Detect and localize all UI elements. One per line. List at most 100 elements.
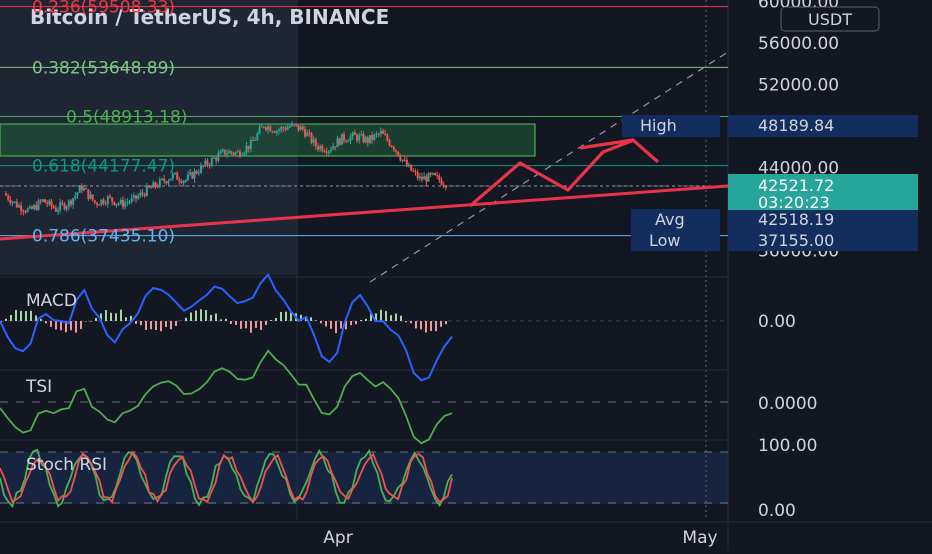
tsi-label[interactable]: TSI <box>25 377 52 397</box>
candle-body <box>430 173 432 175</box>
candle-body <box>235 152 237 154</box>
macd-histogram-bar <box>395 313 397 321</box>
candle-body <box>246 146 248 153</box>
candle-body <box>120 200 122 203</box>
candle-body <box>133 195 135 198</box>
macd-histogram-bar <box>315 320 317 321</box>
candle-body <box>20 205 22 211</box>
candle-body <box>92 194 94 200</box>
macd-histogram-bar <box>20 311 22 321</box>
candle-body <box>187 175 189 180</box>
macd-histogram-bar <box>195 311 197 321</box>
candle-body <box>124 202 126 206</box>
candle-body <box>423 176 425 179</box>
candle-body <box>432 173 434 175</box>
candle-body <box>118 204 120 205</box>
macd-histogram-bar <box>440 321 442 327</box>
candle-body <box>237 151 239 152</box>
candle-body <box>373 134 375 139</box>
macd-histogram-bar <box>385 311 387 321</box>
macd-histogram-bar <box>75 321 77 333</box>
candle-body <box>412 171 414 172</box>
candle-body <box>391 146 393 147</box>
macd-histogram-bar <box>50 321 52 327</box>
candle-body <box>22 211 24 212</box>
macd-histogram-bar <box>210 315 212 321</box>
candle-body <box>18 205 20 207</box>
stoch-rsi-label[interactable]: Stoch RSI <box>26 455 107 475</box>
macd-histogram-bar <box>400 316 402 321</box>
candle-body <box>354 133 356 135</box>
macd-histogram-bar <box>270 320 272 321</box>
macd-histogram-bar <box>425 321 427 332</box>
candle-body <box>278 130 280 131</box>
candle-body <box>352 133 354 137</box>
candle-body <box>129 202 131 203</box>
macd-histogram-bar <box>205 310 207 321</box>
macd-histogram-bar <box>275 318 277 321</box>
candle-body <box>35 205 37 210</box>
macd-histogram-bar <box>230 321 232 324</box>
macd-histogram-bar <box>5 319 7 321</box>
macd-histogram-bar <box>155 321 157 330</box>
candle-body <box>144 194 146 196</box>
candle-body <box>66 206 68 209</box>
macd-histogram-bar <box>70 321 72 330</box>
candle-body <box>27 208 29 211</box>
candlestick-chart[interactable]: Bitcoin / TetherUS, 4h, BINANCE 0.236(59… <box>0 0 932 550</box>
macd-histogram-bar <box>380 310 382 321</box>
candle-body <box>185 180 187 181</box>
candle-body <box>9 200 11 203</box>
macd-histogram-bar <box>150 321 152 329</box>
macd-histogram-bar <box>165 321 167 327</box>
candle-body <box>304 129 306 136</box>
candle-body <box>170 179 172 181</box>
candle-body <box>189 172 191 174</box>
macd-label[interactable]: MACD <box>26 291 77 311</box>
candle-body <box>389 140 391 145</box>
candle-body <box>5 193 7 195</box>
candle-body <box>350 136 352 141</box>
candle-body <box>25 212 27 213</box>
candle-body <box>81 186 83 190</box>
candle-body <box>161 179 163 180</box>
tsi-axis-label: 0.0000 <box>758 394 817 414</box>
fib-label: 0.618(44177.47) <box>32 157 175 177</box>
candle-body <box>326 152 328 153</box>
candle-body <box>438 176 440 181</box>
candle-body <box>321 146 323 151</box>
candle-body <box>105 204 107 205</box>
low-value: 37155.00 <box>758 231 834 250</box>
candle-body <box>228 151 230 153</box>
macd-histogram-bar <box>240 321 242 329</box>
candle-body <box>168 181 170 184</box>
candle-body <box>83 188 85 190</box>
candle-body <box>220 151 222 153</box>
stoch-axis-top: 100.00 <box>758 436 817 456</box>
candle-body <box>256 134 258 140</box>
candle-body <box>16 201 18 207</box>
candle-body <box>386 135 388 140</box>
candle-body <box>243 153 245 155</box>
candle-body <box>55 208 57 211</box>
candle-body <box>233 153 235 155</box>
candle-body <box>436 175 438 176</box>
macd-histogram-bar <box>120 310 122 321</box>
candle-body <box>7 195 9 199</box>
fib-label: 0.236(59508.33) <box>32 0 175 18</box>
candle-body <box>402 160 404 161</box>
candle-body <box>230 151 232 153</box>
candle-body <box>399 156 401 160</box>
candle-body <box>42 199 44 201</box>
candle-body <box>367 137 369 143</box>
candle-body <box>53 206 55 208</box>
candle-body <box>293 124 295 125</box>
candle-body <box>150 187 152 188</box>
candle-body <box>191 172 193 178</box>
candle-body <box>70 201 72 205</box>
candle-body <box>295 125 297 126</box>
candle-body <box>276 131 278 133</box>
candle-body <box>12 202 14 203</box>
candle-body <box>339 138 341 144</box>
candle-body <box>116 204 118 205</box>
